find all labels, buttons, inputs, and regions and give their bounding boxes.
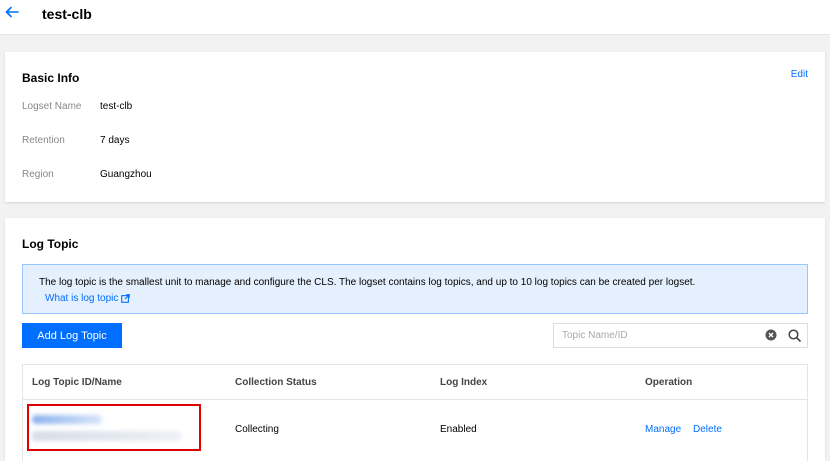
info-value: test-clb <box>100 101 133 112</box>
column-header: Operation <box>645 377 693 388</box>
notice-link-label: What is log topic <box>45 293 119 304</box>
basic-info-card: Basic Info Edit Logset Name test-clb Ret… <box>5 52 825 202</box>
redacted-topic-id[interactable] <box>32 415 102 424</box>
manage-link[interactable]: Manage <box>645 424 681 435</box>
search-box <box>553 323 808 348</box>
column-header: Collection Status <box>235 377 317 388</box>
log-topic-table: Log Topic ID/Name Collection Status Log … <box>22 364 808 461</box>
column-header: Log Index <box>440 377 488 388</box>
search-icon[interactable] <box>788 329 801 342</box>
clear-icon[interactable] <box>765 329 777 341</box>
search-input[interactable] <box>554 324 759 347</box>
info-value: 7 days <box>100 135 130 146</box>
what-is-log-topic-link[interactable]: What is log topic <box>45 293 131 304</box>
info-value: Guangzhou <box>100 169 152 180</box>
add-log-topic-button[interactable]: Add Log Topic <box>22 323 122 348</box>
notice-text: The log topic is the smallest unit to ma… <box>39 277 696 288</box>
info-notice: The log topic is the smallest unit to ma… <box>22 264 808 314</box>
table-header: Log Topic ID/Name Collection Status Log … <box>23 365 807 400</box>
edit-link[interactable]: Edit <box>791 69 808 80</box>
page-title: test-clb <box>42 6 92 22</box>
info-label: Logset Name <box>22 101 82 112</box>
external-link-icon <box>121 294 131 303</box>
top-bar: test-clb <box>0 0 830 35</box>
info-label: Retention <box>22 135 65 146</box>
arrow-left-icon[interactable] <box>5 5 19 19</box>
basic-info-title: Basic Info <box>22 71 80 85</box>
log-topic-title: Log Topic <box>22 237 79 251</box>
redacted-topic-name <box>32 431 182 441</box>
delete-link[interactable]: Delete <box>693 424 722 435</box>
info-label: Region <box>22 169 54 180</box>
collection-status: Collecting <box>235 424 279 435</box>
log-topic-card: Log Topic The log topic is the smallest … <box>5 218 825 461</box>
log-index-status: Enabled <box>440 424 477 435</box>
column-header: Log Topic ID/Name <box>32 377 122 388</box>
table-row: Collecting Enabled Manage Delete <box>23 400 807 460</box>
